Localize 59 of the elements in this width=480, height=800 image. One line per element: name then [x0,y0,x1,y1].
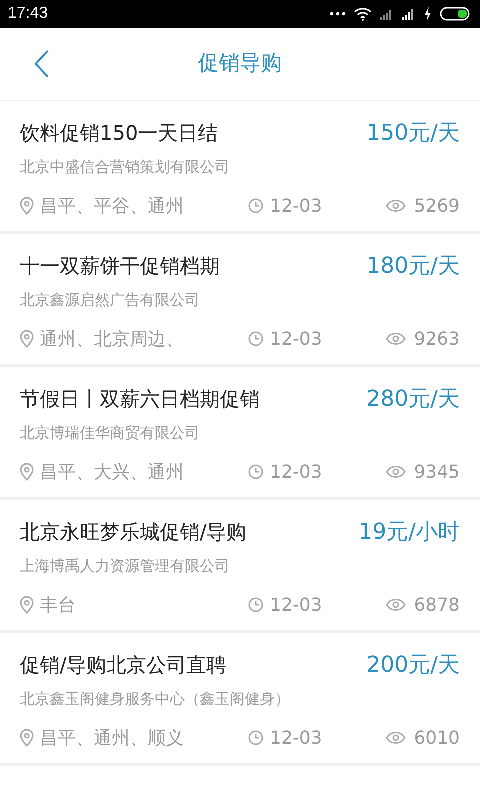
post-date: 12-03 [270,194,322,218]
wifi-icon [354,7,372,21]
post-date: 12-03 [270,328,322,352]
job-list-item[interactable]: 北京永旺梦乐城促销/导购 19元/小时 上海博禹人力资源管理有限公司 丰台 12-03 6878 [0,500,480,630]
view-count: 6010 [414,726,460,750]
location-pin-icon [20,596,34,614]
view-count: 9263 [414,328,460,352]
clock-icon [248,597,264,613]
job-location: 通州、北京周边、 [40,328,184,352]
job-pay: 19元/小时 [358,518,460,546]
job-location: 昌平、通州、顺义 [40,726,184,750]
clock-icon [248,198,264,214]
signal-icon [380,8,394,20]
page-title: 促销导购 [198,50,282,78]
job-list-item[interactable]: 饮料促销150一天日结 150元/天 北京中盛信合营销策划有限公司 昌平、平谷、通州 12-03 5269 [0,101,480,231]
clock-icon [248,464,264,480]
status-time: 17:43 [8,4,48,24]
job-title: 节假日丨双薪六日档期促销 [20,386,260,413]
clock-icon [248,331,264,347]
job-title: 饮料促销150一天日结 [20,120,218,147]
eye-icon [386,332,406,346]
job-location: 丰台 [40,594,76,618]
location-pin-icon [20,197,34,215]
job-list-item[interactable]: 十一双薪饼干促销档期 180元/天 北京鑫源启然广告有限公司 通州、北京周边、 12-03 9263 [0,234,480,364]
eye-icon [386,465,406,479]
location-pin-icon [20,463,34,481]
post-date: 12-03 [270,726,322,750]
clock-icon [248,730,264,746]
job-pay: 180元/天 [366,252,460,280]
battery-icon [440,7,472,21]
job-pay: 280元/天 [366,386,460,414]
eye-icon [386,598,406,612]
back-icon [34,50,50,78]
job-location: 昌平、大兴、通州 [40,460,184,484]
job-pay: 150元/天 [366,120,460,148]
company-name: 上海博禹人力资源管理有限公司 [20,556,231,577]
job-list-item[interactable]: 促销/导购北京公司直聘 200元/天 北京鑫玉阁健身服务中心（鑫玉阁健身） 昌平、通州、顺义 12-03 6010 [0,633,480,763]
location-pin-icon [20,330,34,348]
company-name: 北京鑫源启然广告有限公司 [20,290,201,311]
job-location: 昌平、平谷、通州 [40,194,184,218]
signal-icon [402,8,416,20]
post-date: 12-03 [270,594,322,618]
company-name: 北京鑫玉阁健身服务中心（鑫玉阁健身） [20,689,291,710]
charging-icon [424,7,432,21]
company-name: 北京博瑞佳华商贸有限公司 [20,423,201,444]
job-pay: 200元/天 [366,652,460,680]
job-title: 促销/导购北京公司直聘 [20,652,227,679]
post-date: 12-03 [270,460,322,484]
view-count: 5269 [414,194,460,218]
view-count: 6878 [414,594,460,618]
location-pin-icon [20,729,34,747]
view-count: 9345 [414,460,460,484]
more-dots-icon [330,12,346,16]
company-name: 北京中盛信合营销策划有限公司 [20,157,231,178]
job-title: 十一双薪饼干促销档期 [20,253,220,280]
job-list-item[interactable]: 节假日丨双薪六日档期促销 280元/天 北京博瑞佳华商贸有限公司 昌平、大兴、通州 12-03 9345 [0,367,480,497]
eye-icon [386,199,406,213]
job-title: 北京永旺梦乐城促销/导购 [20,519,247,546]
eye-icon [386,731,406,745]
